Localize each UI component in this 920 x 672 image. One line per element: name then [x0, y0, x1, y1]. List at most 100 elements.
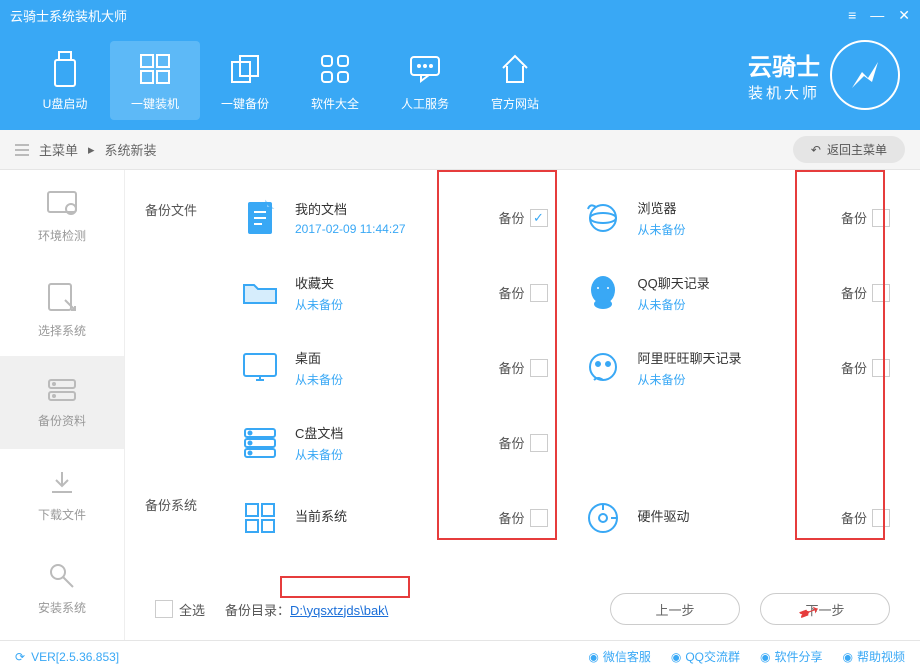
sidebar-backup-data[interactable]: 备份资料	[0, 356, 124, 449]
checkbox[interactable]	[872, 209, 890, 227]
sidebar: 环境检测 选择系统 备份资料 下载文件 安装系统	[0, 170, 125, 640]
item-sub: 从未备份	[295, 296, 498, 313]
item-sub: 从未备份	[295, 446, 498, 463]
backup-row: C盘文档 从未备份 备份	[235, 415, 548, 470]
backup-row: QQ聊天记录 从未备份 备份	[578, 265, 891, 320]
hamburger-icon[interactable]	[15, 144, 29, 156]
backup-row: 我的文档 2017-02-09 11:44:27 备份 ✓	[235, 190, 548, 245]
usb-icon	[20, 49, 110, 89]
item-sub: 从未备份	[638, 221, 841, 238]
breadcrumb-main[interactable]: 主菜单	[39, 140, 78, 159]
main-area: 环境检测 选择系统 备份资料 下载文件 安装系统 备份文件 备份系统 我的文档 …	[0, 170, 920, 640]
backup-checkbox-group[interactable]: 备份	[841, 208, 890, 227]
breadcrumb-bar: 主菜单 ▸ 系统新装 ↶ 返回主菜单	[0, 130, 920, 170]
nav-one-click-backup[interactable]: 一键备份	[200, 41, 290, 120]
document-icon	[235, 198, 285, 238]
copy-icon	[200, 49, 290, 89]
section-system-label: 备份系统	[145, 495, 197, 514]
server-icon	[235, 425, 285, 461]
sidebar-download[interactable]: 下载文件	[0, 449, 124, 542]
breadcrumb-sep: ▸	[88, 142, 95, 158]
checkbox[interactable]	[530, 359, 548, 377]
checkbox[interactable]	[530, 509, 548, 527]
item-name: QQ聊天记录	[638, 273, 841, 292]
item-name: 收藏夹	[295, 273, 498, 292]
item-name: 桌面	[295, 348, 498, 367]
back-button[interactable]: ↶ 返回主菜单	[793, 136, 905, 163]
footer-help[interactable]: ◉ 帮助视频	[843, 648, 906, 665]
brand: 云骑士 装机大师	[748, 40, 900, 110]
checkbox[interactable]	[872, 509, 890, 527]
back-arrow-icon: ↶	[811, 143, 821, 157]
backup-checkbox-group[interactable]: 备份 ✓	[498, 208, 547, 227]
backup-checkbox-group[interactable]: 备份	[498, 433, 547, 452]
close-icon[interactable]: ✕	[898, 7, 910, 24]
windows-icon	[110, 49, 200, 89]
item-sub: 从未备份	[638, 371, 841, 388]
item-name: 浏览器	[638, 198, 841, 217]
footer-wechat[interactable]: ◉ 微信客服	[588, 648, 651, 665]
backup-checkbox-group[interactable]: 备份	[841, 358, 890, 377]
nav-software[interactable]: 软件大全	[290, 41, 380, 120]
checkbox[interactable]	[872, 284, 890, 302]
item-name: 我的文档	[295, 199, 498, 218]
backup-row: 收藏夹 从未备份 备份	[235, 265, 548, 320]
breadcrumb-current: 系统新装	[105, 140, 157, 159]
backup-checkbox-group[interactable]: 备份	[498, 358, 547, 377]
backup-row: 阿里旺旺聊天记录 从未备份 备份	[578, 340, 891, 395]
footer-qq[interactable]: ◉ QQ交流群	[671, 648, 740, 665]
nav-one-click-install[interactable]: 一键装机	[110, 41, 200, 120]
checkbox[interactable]	[530, 284, 548, 302]
prev-button[interactable]: 上一步	[610, 593, 740, 625]
backup-checkbox-group[interactable]: 备份	[498, 283, 547, 302]
chat-icon	[380, 49, 470, 89]
version-text: VER[2.5.36.853]	[31, 650, 119, 664]
titlebar: 云骑士系统装机大师 ≡ — ✕	[0, 0, 920, 30]
sidebar-env-check[interactable]: 环境检测	[0, 170, 124, 263]
footer-share[interactable]: ◉ 软件分享	[760, 648, 823, 665]
checkbox[interactable]: ✓	[530, 209, 548, 227]
select-all[interactable]: 全选	[155, 600, 205, 619]
footer: ⟳ VER[2.5.36.853] ◉ 微信客服 ◉ QQ交流群 ◉ 软件分享 …	[0, 640, 920, 672]
backup-dir-link[interactable]: D:\yqsxtzjds\bak\	[290, 603, 388, 618]
checkbox[interactable]	[530, 434, 548, 452]
sidebar-select-system[interactable]: 选择系统	[0, 263, 124, 356]
menu-icon[interactable]: ≡	[848, 7, 856, 24]
checkbox[interactable]	[872, 359, 890, 377]
qq-icon	[578, 274, 628, 312]
nav-usb-boot[interactable]: U盘启动	[20, 41, 110, 120]
backup-checkbox-group[interactable]: 备份	[498, 508, 547, 527]
item-sub: 2017-02-09 11:44:27	[295, 222, 498, 236]
ie-icon	[578, 199, 628, 237]
minimize-icon[interactable]: —	[870, 7, 884, 24]
sidebar-install[interactable]: 安装系统	[0, 542, 124, 635]
folder-icon	[235, 277, 285, 309]
wangwang-icon	[578, 350, 628, 386]
disk-icon	[578, 500, 628, 536]
content: 备份文件 备份系统 我的文档 2017-02-09 11:44:27 备份 ✓ …	[125, 170, 920, 640]
windows-icon	[235, 500, 285, 536]
item-sub: 从未备份	[295, 371, 498, 388]
item-name: 硬件驱动	[638, 506, 841, 525]
item-sub: 从未备份	[638, 296, 841, 313]
backup-row: 硬件驱动 备份	[578, 490, 891, 545]
backup-dir: 备份目录：D:\yqsxtzjds\bak\	[225, 600, 388, 619]
refresh-icon[interactable]: ⟳	[15, 650, 25, 664]
brand-logo-icon	[830, 40, 900, 110]
nav-website[interactable]: 官方网站	[470, 41, 560, 120]
backup-row: 当前系统 备份	[235, 490, 548, 545]
backup-row: 浏览器 从未备份 备份	[578, 190, 891, 245]
backup-checkbox-group[interactable]: 备份	[841, 508, 890, 527]
select-all-checkbox[interactable]	[155, 600, 173, 618]
window-title: 云骑士系统装机大师	[10, 6, 127, 25]
backup-row: 桌面 从未备份 备份	[235, 340, 548, 395]
nav-support[interactable]: 人工服务	[380, 41, 470, 120]
item-name: 当前系统	[295, 506, 498, 525]
next-button[interactable]: 下一步	[760, 593, 890, 625]
apps-icon	[290, 49, 380, 89]
item-name: C盘文档	[295, 423, 498, 442]
brand-subtitle: 装机大师	[748, 82, 820, 103]
window-buttons: ≡ — ✕	[848, 7, 910, 24]
monitor-icon	[235, 350, 285, 386]
backup-checkbox-group[interactable]: 备份	[841, 283, 890, 302]
